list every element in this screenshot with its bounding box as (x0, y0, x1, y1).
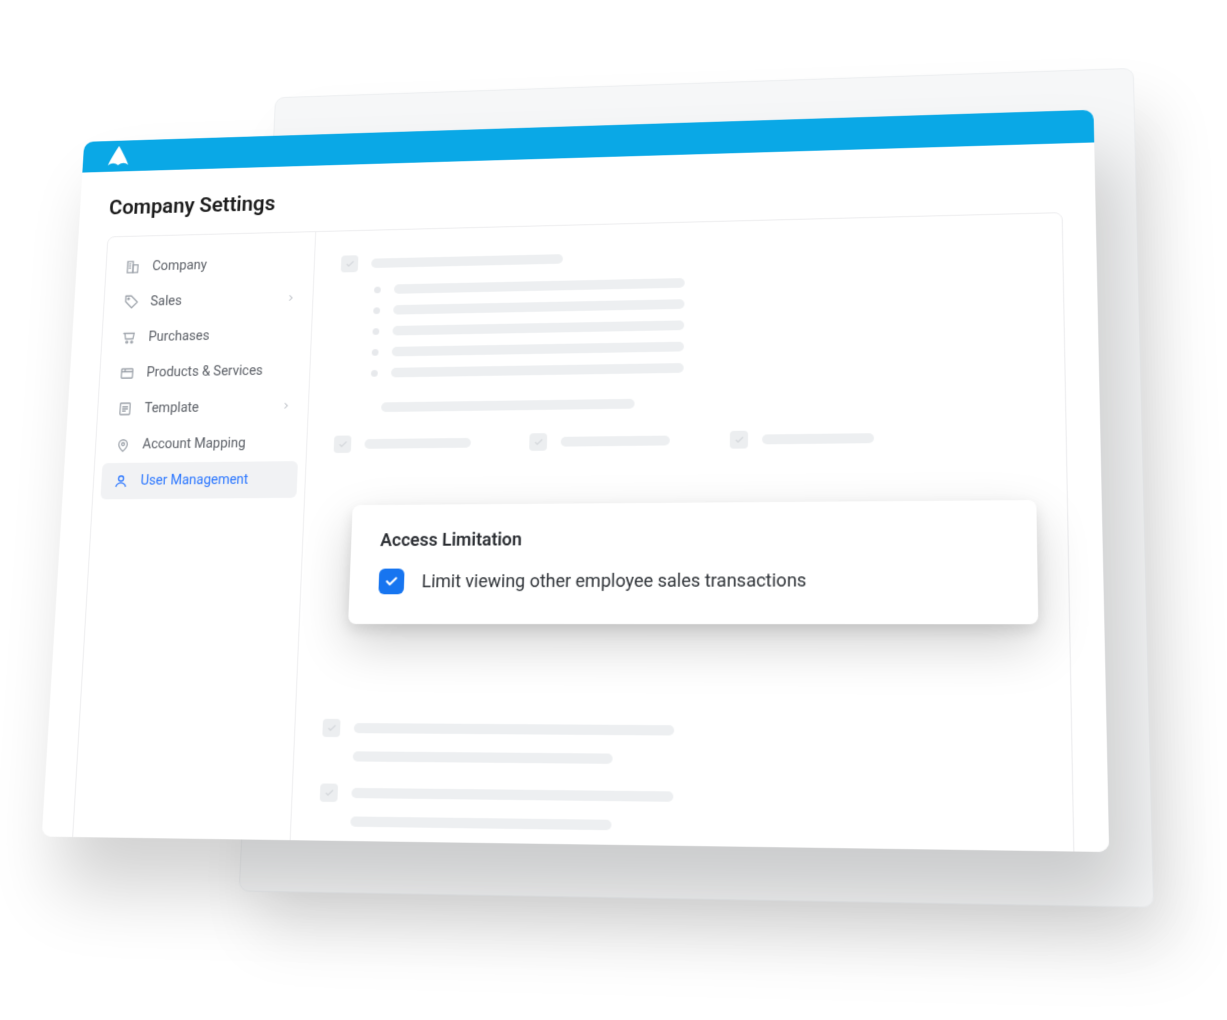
placeholder-list (371, 270, 1035, 377)
sidebar-item-sales[interactable]: Sales (111, 281, 306, 321)
sidebar-item-products-services[interactable]: Products & Services (107, 352, 303, 391)
sidebar-item-label: Template (144, 400, 199, 416)
tag-icon (122, 294, 139, 311)
box-icon (118, 365, 136, 382)
document-icon (116, 400, 134, 417)
page-title: Company Settings (108, 170, 1062, 220)
placeholder-bar (371, 254, 563, 268)
placeholder-triple-row (334, 427, 1037, 453)
placeholder-checkbox-icon (341, 255, 359, 272)
sidebar-item-template[interactable]: Template (105, 388, 301, 427)
settings-sidebar: Company Sales (72, 232, 316, 852)
access-limitation-popup: Access Limitation Limit viewing other em… (348, 500, 1038, 624)
sidebar-item-label: Products & Services (146, 363, 263, 380)
limit-viewing-checkbox[interactable] (378, 569, 404, 595)
pin-icon (114, 436, 132, 453)
sidebar-item-user-management[interactable]: User Management (100, 461, 298, 499)
sidebar-item-account-mapping[interactable]: Account Mapping (102, 425, 299, 464)
placeholder-bar (381, 399, 635, 412)
limit-viewing-label: Limit viewing other employee sales trans… (421, 570, 806, 592)
chevron-right-icon (286, 291, 296, 306)
popup-title: Access Limitation (380, 527, 1006, 551)
sidebar-item-label: Account Mapping (142, 436, 246, 452)
chevron-right-icon (281, 399, 291, 414)
sidebar-item-company[interactable]: Company (113, 245, 307, 285)
placeholder-block (319, 719, 1043, 836)
cart-icon (120, 329, 138, 346)
sidebar-item-label: Sales (150, 294, 182, 310)
building-icon (124, 259, 141, 276)
settings-window: Company Settings Company (42, 110, 1109, 852)
app-logo-icon (102, 140, 135, 172)
sidebar-item-label: Purchases (148, 329, 210, 345)
sidebar-item-label: Company (152, 258, 207, 274)
user-icon (112, 472, 130, 489)
placeholder-row (341, 239, 1034, 272)
sidebar-item-label: User Management (140, 472, 248, 488)
sidebar-item-purchases[interactable]: Purchases (109, 316, 304, 355)
